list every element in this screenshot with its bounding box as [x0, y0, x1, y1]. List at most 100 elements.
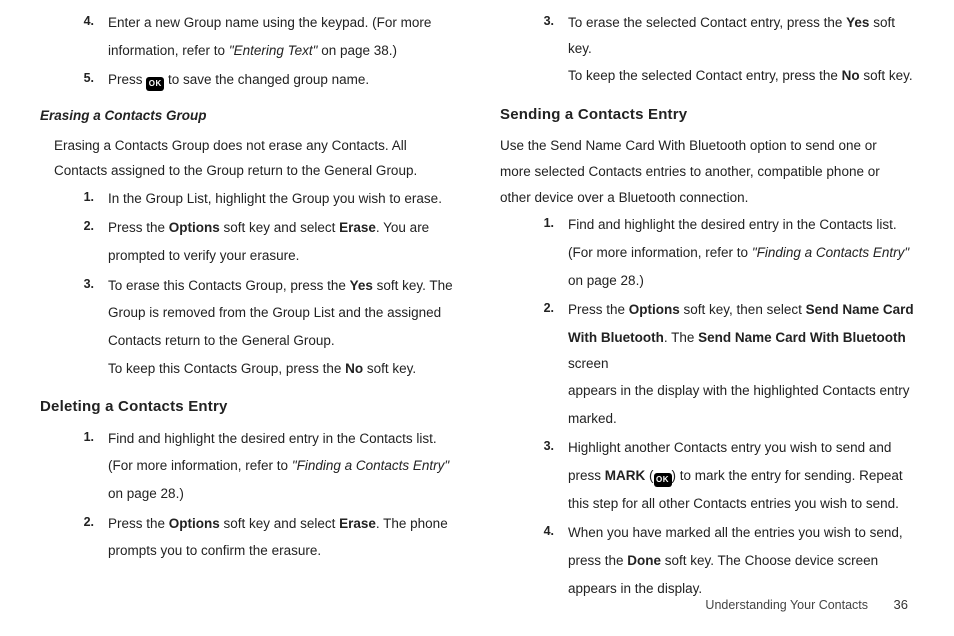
section-title: Understanding Your Contacts — [705, 598, 868, 612]
text: Find and highlight the desired entry in … — [568, 212, 914, 238]
text: ) to mark the entry for sending. Repeat — [672, 468, 903, 483]
step-number: 2. — [40, 511, 108, 535]
text: soft key. The Choose device screen — [661, 553, 878, 568]
subheading-erasing-group: Erasing a Contacts Group — [40, 103, 454, 129]
text: soft key. The — [373, 278, 453, 293]
step-2: 2. Press the Options soft key and select… — [40, 511, 454, 566]
text: soft key. — [860, 68, 913, 83]
page-footer: Understanding Your Contacts 36 — [705, 597, 908, 612]
bold: Options — [169, 220, 220, 235]
step-3: 3. Highlight another Contacts entry you … — [500, 435, 914, 518]
step-number: 4. — [500, 520, 568, 544]
text: ( — [645, 468, 653, 483]
bold: No — [345, 361, 363, 376]
text: screen — [568, 356, 609, 371]
bold: Erase — [339, 220, 376, 235]
text: more selected Contacts entries to anothe… — [500, 164, 880, 179]
text: prompts you to confirm the erasure. — [108, 538, 454, 564]
bold: No — [842, 68, 860, 83]
text: Contacts return to the General Group. — [108, 328, 454, 354]
step-2: 2. Press the Options soft key and select… — [40, 215, 454, 270]
bold: Options — [629, 302, 680, 317]
step-3: 3. To erase this Contacts Group, press t… — [40, 273, 454, 384]
step-1: 1. Find and highlight the desired entry … — [40, 426, 454, 509]
step-text: When you have marked all the entries you… — [568, 520, 914, 603]
text: Press the — [108, 516, 169, 531]
step-text: To erase the selected Contact entry, pre… — [568, 10, 914, 91]
text: Find and highlight the desired entry in … — [108, 426, 454, 452]
manual-page: 4. Enter a new Group name using the keyp… — [0, 0, 954, 636]
intro-para: Erasing a Contacts Group does not erase … — [54, 133, 454, 184]
page-number: 36 — [894, 597, 908, 612]
delete-entry-steps-cont: 3. To erase the selected Contact entry, … — [500, 10, 914, 91]
bold: MARK — [605, 468, 646, 483]
text: Use the Send Name Card With Bluetooth op… — [500, 138, 877, 153]
cross-ref: "Finding a Contacts Entry" — [752, 245, 909, 260]
text: Enter a new Group name using the keypad.… — [108, 15, 431, 30]
text: prompted to verify your erasure. — [108, 243, 454, 269]
text: Press the — [108, 220, 169, 235]
step-number: 1. — [40, 186, 108, 210]
text: other device over a Bluetooth connection… — [500, 190, 748, 205]
step-3: 3. To erase the selected Contact entry, … — [500, 10, 914, 91]
text: on page 28.) — [108, 481, 454, 507]
step-number: 2. — [40, 215, 108, 239]
ok-icon: OK — [146, 77, 164, 91]
text: information, refer to — [108, 43, 229, 58]
heading-sending-entry: Sending a Contacts Entry — [500, 101, 914, 130]
step-2: 2. Press the Options soft key, then sele… — [500, 297, 914, 433]
erase-group-steps: 1. In the Group List, highlight the Grou… — [40, 186, 454, 383]
text: When you have marked all the entries you… — [568, 520, 914, 546]
step-number: 3. — [500, 10, 568, 34]
text: Press the — [568, 302, 629, 317]
text: marked. — [568, 406, 914, 432]
step-4: 4. When you have marked all the entries … — [500, 520, 914, 603]
text: this step for all other Contacts entries… — [568, 491, 914, 517]
text: soft key and select — [220, 220, 339, 235]
step-number: 5. — [40, 67, 108, 91]
text: Highlight another Contacts entry you wis… — [568, 435, 914, 461]
text: Press — [108, 72, 146, 87]
text: Contacts assigned to the Group return to… — [54, 163, 417, 178]
text: . The — [664, 330, 698, 345]
heading-deleting-entry: Deleting a Contacts Entry — [40, 393, 454, 422]
text: In the Group List, highlight the Group y… — [108, 186, 454, 212]
step-number: 2. — [500, 297, 568, 321]
two-column-layout: 4. Enter a new Group name using the keyp… — [40, 10, 914, 605]
text: (For more information, refer to — [568, 245, 752, 260]
right-column: 3. To erase the selected Contact entry, … — [500, 10, 914, 605]
step-text: Find and highlight the desired entry in … — [568, 212, 914, 295]
step-number: 1. — [500, 212, 568, 236]
step-text: To erase this Contacts Group, press the … — [108, 273, 454, 384]
step-number: 3. — [40, 273, 108, 297]
step-text: Press OK to save the changed group name. — [108, 67, 454, 95]
step-1: 1. Find and highlight the desired entry … — [500, 212, 914, 295]
text: appears in the display with the highligh… — [568, 378, 914, 404]
text: . You are — [376, 220, 429, 235]
step-text: Press the Options soft key and select Er… — [108, 215, 454, 270]
text: on page 38.) — [317, 43, 397, 58]
bold: Send Name Card With Bluetooth — [698, 330, 906, 345]
bold: Yes — [350, 278, 373, 293]
left-column: 4. Enter a new Group name using the keyp… — [40, 10, 454, 605]
cross-ref: "Finding a Contacts Entry" — [292, 458, 449, 473]
ok-icon: OK — [654, 473, 672, 487]
step-number: 4. — [40, 10, 108, 34]
text: press the — [568, 553, 627, 568]
text: Group is removed from the Group List and… — [108, 300, 454, 326]
step-text: Press the Options soft key, then select … — [568, 297, 914, 433]
step-number: 1. — [40, 426, 108, 450]
step-1: 1. In the Group List, highlight the Grou… — [40, 186, 454, 214]
step-text: Find and highlight the desired entry in … — [108, 426, 454, 509]
bold: Yes — [846, 15, 869, 30]
step-text: In the Group List, highlight the Group y… — [108, 186, 454, 214]
text: soft key and select — [220, 516, 339, 531]
text: . The phone — [376, 516, 448, 531]
step-text: Enter a new Group name using the keypad.… — [108, 10, 454, 65]
step-4: 4. Enter a new Group name using the keyp… — [40, 10, 454, 65]
text: on page 28.) — [568, 268, 914, 294]
text: (For more information, refer to — [108, 458, 292, 473]
bold: Done — [627, 553, 661, 568]
intro-para: Use the Send Name Card With Bluetooth op… — [500, 133, 914, 210]
bold: Options — [169, 516, 220, 531]
